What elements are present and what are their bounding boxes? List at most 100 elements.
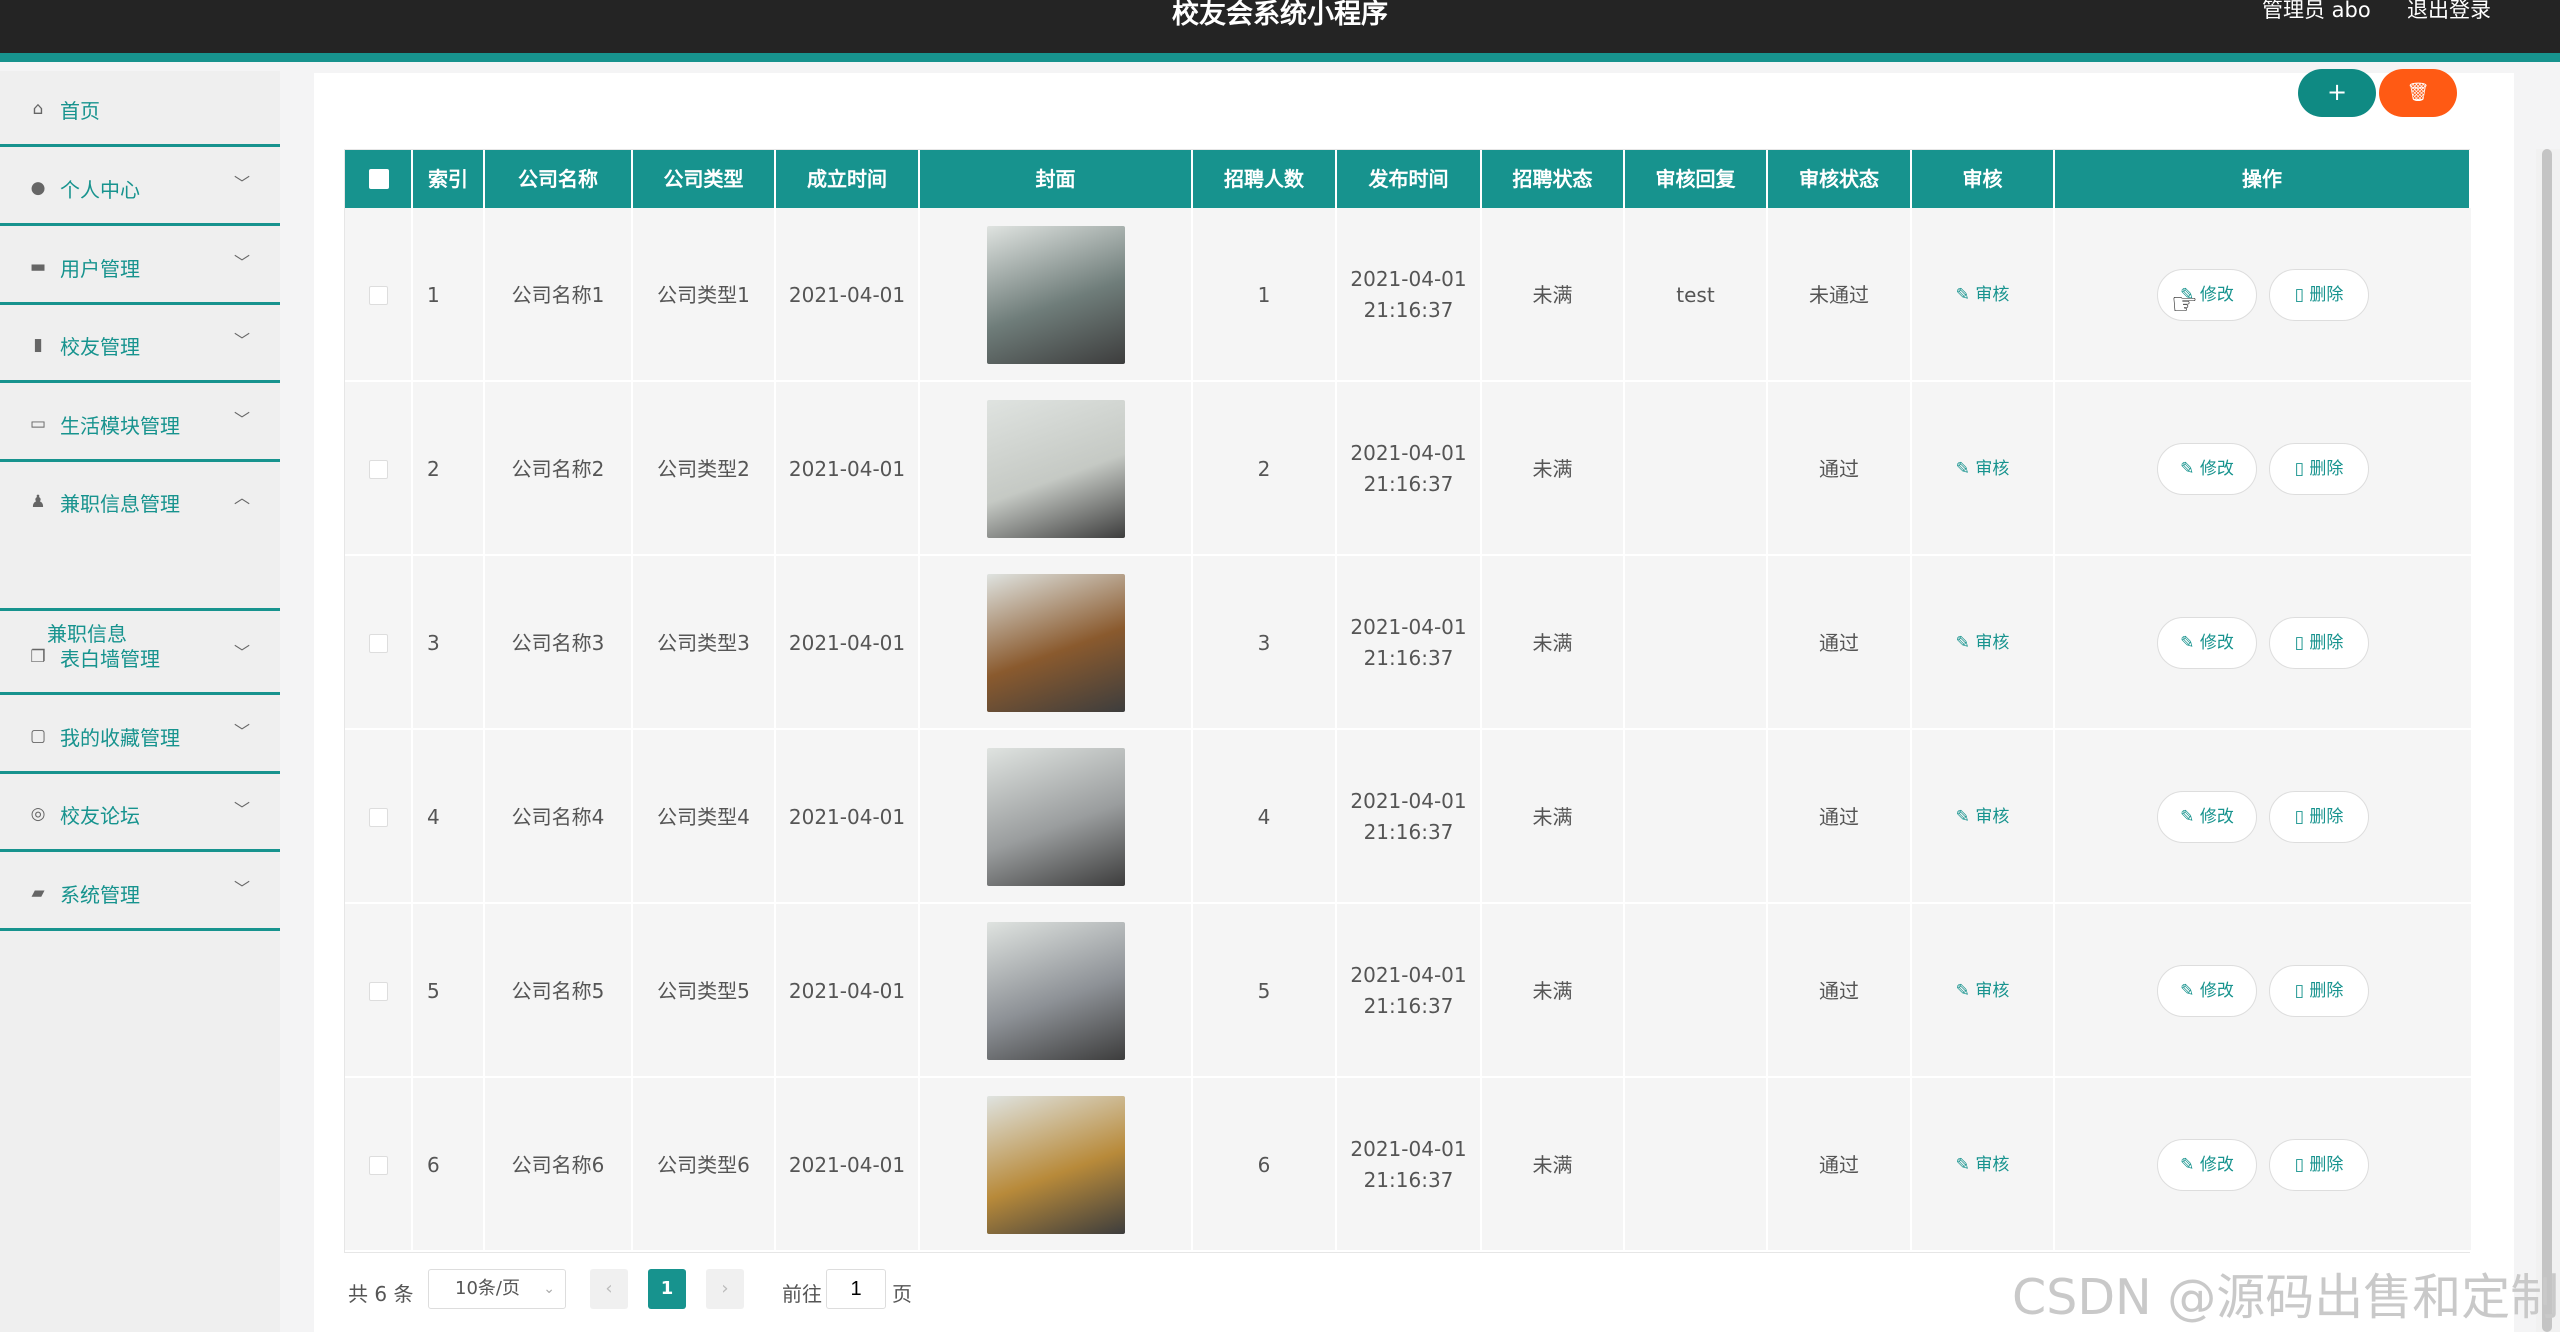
actions-cell: ✎ 修改 ▯ 删除	[2055, 904, 2471, 1078]
delete-label: 删除	[2309, 1155, 2344, 1175]
publish-time-cell: 2021-04-01 21:16:37	[1337, 382, 1482, 556]
data-table: 索引 公司名称 公司类型 成立时间 封面 招聘人数 发布时间 招聘状态 审核回复 审核状态 审核 操作…	[344, 149, 2471, 1253]
edit-button[interactable]: ✎ 修改	[2157, 1139, 2257, 1191]
cover-image	[986, 574, 1125, 712]
audit-status-cell: 通过	[1768, 382, 1912, 556]
sidebar-item-label: 校友管理	[60, 335, 140, 359]
sidebar-item-2[interactable]: ▬ 用户管理 ﹀	[0, 229, 280, 305]
scrollbar-thumb[interactable]	[2542, 149, 2552, 1332]
delete-button[interactable]: ▯ 删除	[2269, 269, 2369, 321]
audit-button[interactable]: ✎ 审核	[1956, 628, 2010, 659]
edit-label: 修改	[2199, 1155, 2234, 1175]
audit-cell: ✎ 审核	[1912, 1078, 2055, 1252]
row-checkbox[interactable]	[368, 807, 388, 827]
edit-button[interactable]: ✎ 修改	[2157, 617, 2257, 669]
prev-page-button[interactable]: ‹	[590, 1269, 628, 1309]
pencil-icon: ✎	[2180, 1155, 2200, 1175]
users-icon: ▬	[29, 257, 47, 277]
edit-icon: ✎	[1955, 980, 1976, 1001]
card-icon: ▭	[29, 414, 47, 434]
sidebar-item-8[interactable]: ◎ 校友论坛 ﹀	[0, 776, 280, 852]
sidebar-item-5[interactable]: ♟ 兼职信息管理 ︿	[0, 464, 280, 611]
publish-time-cell: 2021-04-01 21:16:37	[1337, 1078, 1482, 1252]
publish-clock: 21:16:37	[1363, 298, 1454, 322]
company-name-cell: 公司名称3	[485, 556, 633, 730]
chevron-up-icon: ︿	[234, 488, 251, 507]
chevron-down-icon: ﹀	[234, 331, 251, 350]
sidebar-item-3[interactable]: ▮ 校友管理 ﹀	[0, 307, 280, 383]
edit-button[interactable]: ✎ 修改	[2157, 791, 2257, 843]
cover-image	[986, 1096, 1125, 1234]
audit-cell: ✎ 审核	[1912, 904, 2055, 1078]
sidebar-item-4[interactable]: ▭ 生活模块管理 ﹀	[0, 386, 280, 462]
add-button[interactable]: +	[2298, 69, 2376, 117]
delete-label: 删除	[2309, 807, 2344, 827]
pencil-icon: ✎	[2180, 807, 2200, 827]
cover-cell	[920, 208, 1193, 382]
row-checkbox[interactable]	[368, 1155, 388, 1175]
delete-label: 删除	[2309, 459, 2344, 479]
select-all-checkbox[interactable]	[369, 169, 389, 189]
edit-label: 修改	[2199, 981, 2234, 1001]
row-checkbox[interactable]	[368, 633, 388, 653]
edit-icon: ✎	[1955, 1154, 1976, 1175]
edit-button[interactable]: ✎ 修改	[2157, 965, 2257, 1017]
logout-link[interactable]: 退出登录	[2407, 0, 2491, 24]
sidebar-item-label: 我的收藏管理	[60, 726, 180, 750]
table-row: 6 公司名称6 公司类型6 2021-04-01 6 2021-04-01 21:16:37…	[345, 1078, 2471, 1252]
sidebar-item-0[interactable]: ⌂ 首页	[0, 71, 280, 147]
batch-delete-button[interactable]: 🗑	[2379, 69, 2457, 117]
edit-label: 修改	[2199, 633, 2234, 653]
table-header: 索引 公司名称 公司类型 成立时间 封面 招聘人数 发布时间 招聘状态 审核回复 审核状态 审核 操作	[345, 150, 2471, 208]
index-cell: 5	[413, 904, 485, 1078]
page-number-1[interactable]: 1	[648, 1269, 686, 1309]
delete-button[interactable]: ▯ 删除	[2269, 617, 2369, 669]
delete-button[interactable]: ▯ 删除	[2269, 965, 2369, 1017]
sidebar: ⌂ 首页 ● 个人中心 ﹀ ▬ 用户管理 ﹀ ▮ 校友管理 ﹀ ▭ 生活模块管理 ﹀ ♟ 兼职信息管理 ︿ 兼职信…	[0, 71, 280, 1332]
cover-image	[986, 226, 1125, 364]
publish-date: 2021-04-01	[1350, 441, 1467, 465]
sidebar-item-6[interactable]: ❐ 表白墙管理 ﹀	[0, 619, 280, 695]
founded-date-cell: 2021-04-01	[776, 904, 920, 1078]
column-header: 招聘人数	[1193, 150, 1337, 208]
company-type-cell: 公司类型5	[633, 904, 776, 1078]
checkbox-cell	[345, 730, 413, 904]
company-type-cell: 公司类型3	[633, 556, 776, 730]
edit-button[interactable]: ✎ 修改	[2157, 443, 2257, 495]
audit-button[interactable]: ✎ 审核	[1956, 454, 2010, 485]
pagination: 共 6 条 10条/页 ⌄ ‹ 1 › 前往 页	[348, 1269, 1348, 1309]
company-name-cell: 公司名称5	[485, 904, 633, 1078]
goto-page-input[interactable]	[826, 1269, 886, 1309]
audit-button[interactable]: ✎ 审核	[1956, 802, 2010, 833]
page-size-select[interactable]: 10条/页 ⌄	[428, 1269, 566, 1309]
page-size-value: 10条/页	[455, 1278, 520, 1299]
publish-date: 2021-04-01	[1350, 267, 1467, 291]
sidebar-item-7[interactable]: ▢ 我的收藏管理 ﹀	[0, 698, 280, 774]
audit-button[interactable]: ✎ 审核	[1956, 1150, 2010, 1181]
sidebar-item-1[interactable]: ● 个人中心 ﹀	[0, 150, 280, 226]
delete-button[interactable]: ▯ 删除	[2269, 443, 2369, 495]
publish-clock: 21:16:37	[1363, 820, 1454, 844]
sidebar-item-label: 首页	[60, 99, 100, 123]
row-checkbox[interactable]	[368, 981, 388, 1001]
audit-button[interactable]: ✎ 审核	[1956, 976, 2010, 1007]
headcount-cell: 2	[1193, 382, 1337, 556]
audit-cell: ✎ 审核	[1912, 556, 2055, 730]
audit-label: 审核	[1975, 1154, 2010, 1175]
next-page-button[interactable]: ›	[706, 1269, 744, 1309]
vertical-scrollbar[interactable]	[2536, 149, 2560, 1332]
delete-button[interactable]: ▯ 删除	[2269, 1139, 2369, 1191]
delete-button[interactable]: ▯ 删除	[2269, 791, 2369, 843]
sidebar-item-9[interactable]: ▰ 系统管理 ﹀	[0, 855, 280, 931]
row-checkbox[interactable]	[368, 285, 388, 305]
publish-clock: 21:16:37	[1363, 472, 1454, 496]
headcount-cell: 4	[1193, 730, 1337, 904]
actions-cell: ✎ 修改 ▯ 删除	[2055, 382, 2471, 556]
audit-button[interactable]: ✎ 审核	[1956, 280, 2010, 311]
audit-reply-cell	[1625, 1078, 1768, 1252]
cover-cell	[920, 556, 1193, 730]
company-name-cell: 公司名称2	[485, 382, 633, 556]
row-checkbox[interactable]	[368, 459, 388, 479]
person-icon: ♟	[30, 492, 46, 512]
header-select-all-cell	[345, 150, 413, 208]
